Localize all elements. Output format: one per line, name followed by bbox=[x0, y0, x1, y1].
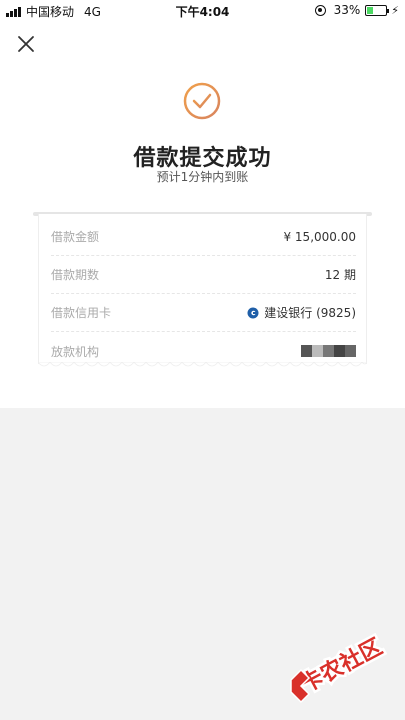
charging-icon: ⚡ bbox=[391, 3, 399, 17]
detail-row-card: 借款信用卡 建设银行 (9825) bbox=[51, 294, 356, 332]
receipt-wave-edge bbox=[38, 362, 367, 367]
battery-icon bbox=[365, 4, 390, 16]
detail-label: 放款机构 bbox=[51, 344, 100, 359]
success-check-icon bbox=[183, 82, 221, 120]
detail-value-card: 建设银行 (9825) bbox=[247, 304, 356, 321]
detail-label: 借款期数 bbox=[51, 268, 100, 282]
battery-percent: 33% bbox=[333, 3, 361, 17]
detail-value: ¥ 15,000.00 bbox=[283, 229, 356, 244]
bank-card-text: 建设银行 (9825) bbox=[264, 306, 356, 320]
detail-label: 借款信用卡 bbox=[51, 306, 112, 320]
watermark-logo: 卡农社区 卡农社区 bbox=[290, 631, 389, 704]
masked-lender-value bbox=[301, 345, 356, 357]
ccb-bank-icon bbox=[247, 307, 259, 318]
result-page: 借款提交成功 预计1分钟内到账 借款金额 ¥ 15,000.00 借款期数 12… bbox=[0, 22, 405, 408]
page-subtitle: 预计1分钟内到账 bbox=[156, 170, 249, 184]
orientation-lock-icon bbox=[314, 4, 326, 16]
loan-receipt: 借款金额 ¥ 15,000.00 借款期数 12 期 借款信用卡 建设银行 (9… bbox=[33, 212, 372, 378]
status-bar: 中国移动 4G 下午4:04 33% ⚡ bbox=[0, 0, 405, 22]
detail-row-amount: 借款金额 ¥ 15,000.00 bbox=[51, 218, 356, 256]
close-icon[interactable] bbox=[14, 32, 38, 56]
status-right: 33% ⚡ bbox=[314, 3, 399, 17]
detail-value: 12 期 bbox=[324, 268, 356, 282]
detail-label: 借款金额 bbox=[51, 230, 100, 244]
receipt-body: 借款金额 ¥ 15,000.00 借款期数 12 期 借款信用卡 建设银行 (9… bbox=[38, 214, 367, 364]
detail-row-term: 借款期数 12 期 bbox=[51, 256, 356, 294]
watermark-text: 卡农社区 bbox=[297, 634, 386, 697]
